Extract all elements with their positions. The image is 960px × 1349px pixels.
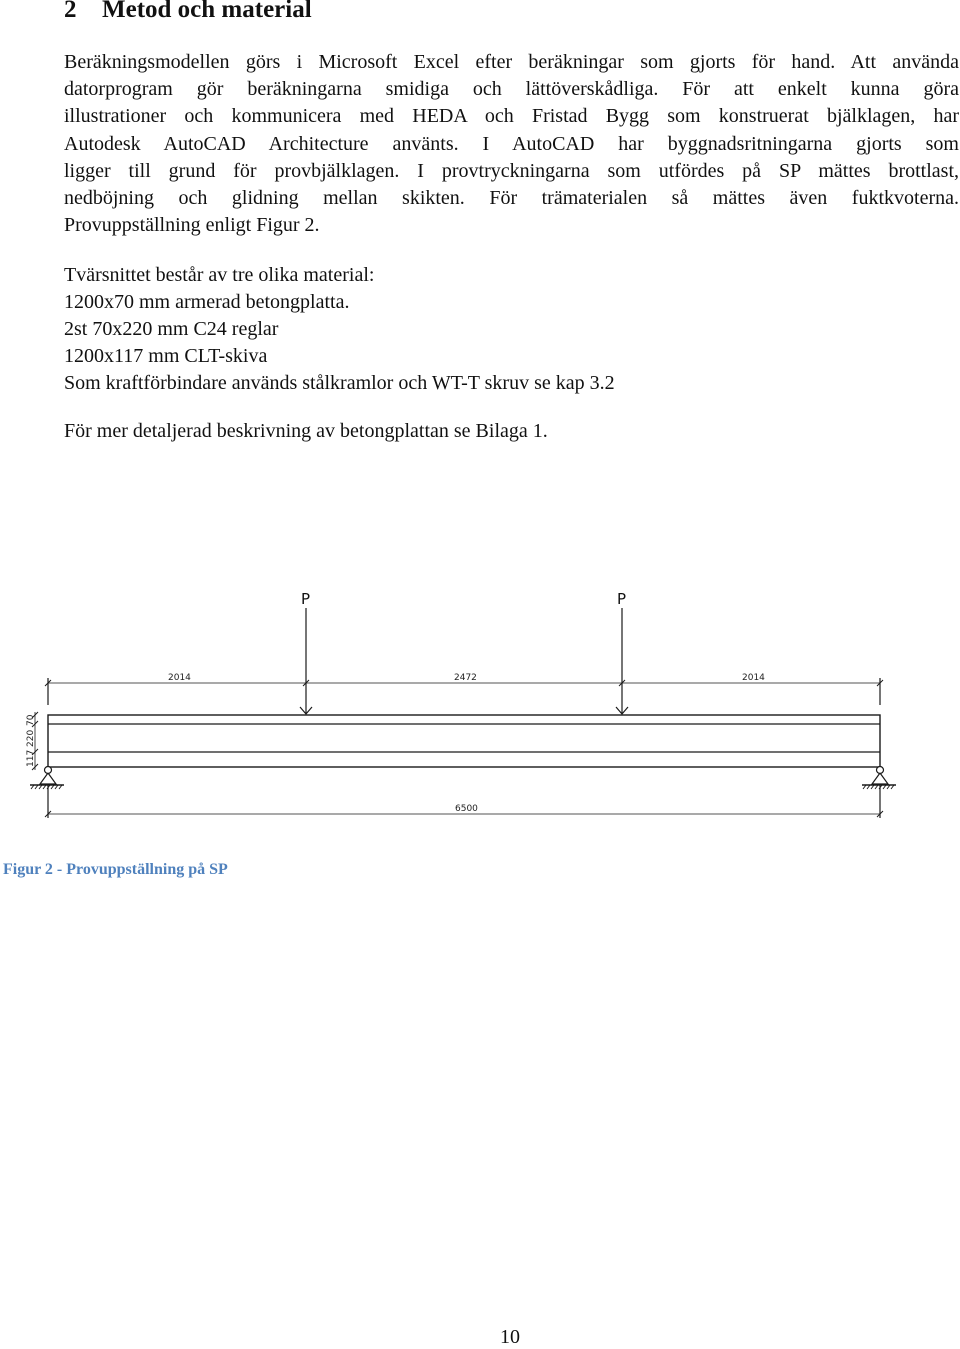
- material-item: 2st 70x220 mm C24 reglar: [64, 318, 279, 340]
- page-number: 10: [500, 1326, 520, 1348]
- reference-text: För mer detaljerad beskrivning av betong…: [64, 420, 548, 442]
- paragraph-line: ligger till grund för provbjälklagen. I …: [64, 159, 959, 182]
- paragraph-line: nedböjning och glidning mellan skikten. …: [64, 186, 959, 209]
- material-item: 1200x117 mm CLT-skiva: [64, 345, 268, 367]
- paragraph-line: Beräkningsmodellen görs i Microsoft Exce…: [64, 51, 959, 73]
- section-number: 2: [64, 0, 77, 23]
- material-item: 1200x70 mm armerad betongplatta.: [64, 291, 350, 313]
- materials-list: Tvärsnittet består av tre olika material…: [64, 262, 615, 397]
- layer-thickness-beams: 220: [26, 730, 36, 747]
- load-label-right: P: [617, 590, 626, 608]
- method-paragraph: Beräkningsmodellen görs i Microsoft Exce…: [64, 49, 959, 239]
- beam-outline: [47, 714, 881, 768]
- span-dimension-left: 2014: [168, 673, 191, 683]
- test-setup-diagram: P P 2014 2472 2014 6500 70 220 117: [26, 590, 896, 818]
- support-right: [862, 765, 896, 790]
- span-dimension-middle: 2472: [454, 673, 477, 683]
- paragraph-line: datorprogram gör beräkningarna smidiga o…: [64, 78, 959, 101]
- paragraph-line: illustrationer och kommunicera med HEDA …: [64, 105, 959, 128]
- materials-intro: Tvärsnittet består av tre olika material…: [64, 264, 375, 286]
- paragraph-line: Autodesk AutoCAD Architecture använts. I…: [64, 132, 959, 155]
- section-heading: 2 Metod och material: [64, 0, 312, 24]
- total-length-dimension: 6500: [455, 804, 478, 814]
- paragraph-line: Provuppställning enligt Figur 2.: [64, 214, 320, 237]
- layer-thickness-concrete: 70: [26, 714, 36, 726]
- load-label-left: P: [301, 590, 310, 608]
- layer-thickness-clt: 117: [26, 750, 36, 767]
- section-title: Metod och material: [102, 0, 312, 23]
- span-dimension-right: 2014: [742, 673, 765, 683]
- material-item: Som kraftförbindare används stålkramlor …: [64, 372, 615, 394]
- figure-caption: Figur 2 - Provuppställning på SP: [3, 861, 228, 878]
